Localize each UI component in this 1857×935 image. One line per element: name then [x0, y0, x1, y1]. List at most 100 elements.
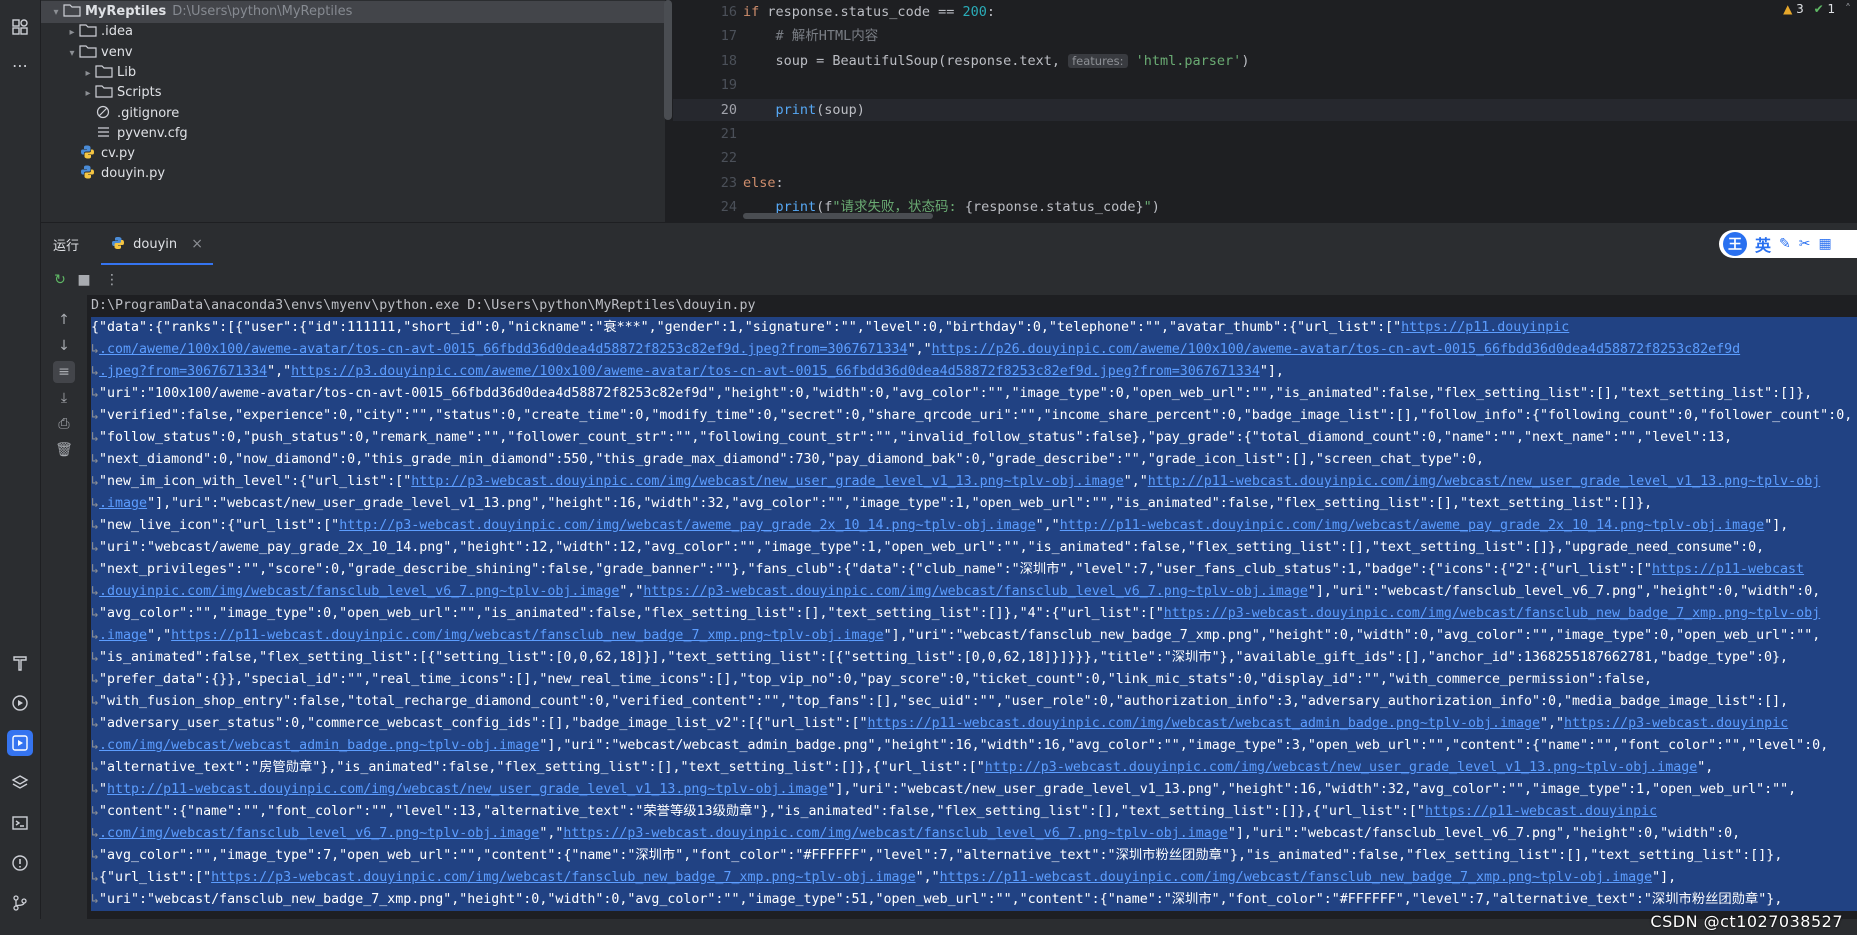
console-output[interactable]: D:\ProgramData\anaconda3\envs\myenv\pyth…: [87, 295, 1857, 919]
console-line[interactable]: ↳"new_live_icon":{"url_list":["http://p3…: [91, 515, 1857, 537]
stop-icon[interactable]: ■: [73, 269, 95, 291]
console-line[interactable]: ↳"next_diamond":0,"now_diamond":0,"this_…: [91, 449, 1857, 471]
console-line[interactable]: ↳"alternative_text":"房管勋章"},"is_animated…: [91, 757, 1857, 779]
layers-icon[interactable]: [7, 770, 33, 796]
code-line[interactable]: 17 # 解析HTML内容: [673, 25, 1857, 47]
console-link[interactable]: https://p11-webcast.douyinpic.com/img/we…: [940, 870, 1652, 885]
console-line[interactable]: ↳.image","https://p11-webcast.douyinpic.…: [91, 625, 1857, 647]
code-line[interactable]: 19: [673, 74, 1857, 96]
hammer-icon[interactable]: [7, 650, 33, 676]
tree-item[interactable]: pyvenv.cfg: [41, 123, 665, 145]
console-line[interactable]: ↳"prefer_data":{}},"special_id":"","real…: [91, 669, 1857, 691]
console-line[interactable]: ↳.douyinpic.com/img/webcast/fansclub_lev…: [91, 581, 1857, 603]
code-line[interactable]: 16 if response.status_code == 200:: [673, 1, 1857, 23]
console-link[interactable]: https://p11.douyinpic: [1401, 320, 1569, 335]
arrow-down-icon[interactable]: ↓: [53, 335, 75, 357]
tree-scrollbar[interactable]: [664, 0, 672, 120]
inspections-widget[interactable]: ▲ 3 ✔ 1 ˄: [1783, 0, 1851, 18]
git-icon[interactable]: [7, 890, 33, 916]
tree-item[interactable]: ▸ .idea: [41, 21, 665, 43]
console-link[interactable]: https://p11-webcast: [1652, 562, 1804, 577]
more-icon[interactable]: ⋯: [7, 52, 33, 78]
console-link[interactable]: https://p3-webcast.douyinpic.com/img/web…: [643, 584, 1307, 599]
code-editor[interactable]: 16 if response.status_code == 200: 17 # 解析…: [673, 0, 1857, 222]
console-line[interactable]: ↳"verified":false,"experience":0,"city":…: [91, 405, 1857, 427]
print-icon[interactable]: ⎙: [53, 413, 75, 435]
ime-toolbar[interactable]: 王 英 ✎ ✂ ▦: [1719, 230, 1857, 258]
scissors-icon[interactable]: ✂: [1799, 236, 1811, 252]
console-link[interactable]: https://p26.douyinpic.com/aweme/100x100/…: [932, 342, 1741, 357]
console-link[interactable]: http://p3-webcast.douyinpic.com/img/webc…: [339, 518, 1035, 533]
console-line[interactable]: ↳"is_animated":false,"flex_setting_list"…: [91, 647, 1857, 669]
ime-logo[interactable]: 王: [1723, 232, 1747, 256]
console-link[interactable]: .image: [99, 496, 147, 511]
services-icon[interactable]: [7, 690, 33, 716]
tree-item[interactable]: ▸ Lib: [41, 62, 665, 84]
close-icon[interactable]: ×: [191, 236, 203, 252]
console-link[interactable]: https://p11-webcast.douyinpic.com/img/we…: [868, 716, 1540, 731]
console-link[interactable]: http://p3-webcast.douyinpic.com/img/webc…: [985, 760, 1697, 775]
console-line[interactable]: ↳.image"],"uri":"webcast/new_user_grade_…: [91, 493, 1857, 515]
more-vertical-icon[interactable]: ⋮: [101, 269, 123, 291]
chevron-up-icon[interactable]: ˄: [1845, 2, 1851, 16]
editor-horizontal-scrollbar[interactable]: [743, 213, 933, 219]
console-line[interactable]: ↳"avg_color":"","image_type":0,"open_web…: [91, 603, 1857, 625]
console-link[interactable]: .jpeg?from=3067671334: [99, 364, 267, 379]
console-link[interactable]: https://p11-webcast.douyinpic.com/img/we…: [171, 628, 883, 643]
console-link[interactable]: http://p11-webcast.douyinpic.com/img/web…: [1148, 474, 1820, 489]
console-link[interactable]: .com/img/webcast/fansclub_level_v6_7.png…: [99, 826, 539, 841]
console-line[interactable]: ↳.com/img/webcast/fansclub_level_v6_7.pn…: [91, 823, 1857, 845]
console-line[interactable]: ↳.com/aweme/100x100/aweme-avatar/tos-cn-…: [91, 339, 1857, 361]
console-line[interactable]: ↳"content":{"name":"","font_color":"","l…: [91, 801, 1857, 823]
rerun-icon[interactable]: ↻: [49, 269, 71, 291]
tree-item[interactable]: .gitignore: [41, 103, 665, 125]
tree-item[interactable]: ▾ venv: [41, 42, 665, 64]
scroll-to-end-icon[interactable]: ⤓: [53, 387, 75, 409]
console-link[interactable]: https://p3-webcast.douyinpic: [1564, 716, 1788, 731]
tab-douyin[interactable]: douyin ×: [101, 223, 214, 265]
console-link[interactable]: http://p3-webcast.douyinpic.com/img/webc…: [411, 474, 1123, 489]
console-link[interactable]: https://p3.douyinpic.com/aweme/100x100/a…: [291, 364, 1260, 379]
soft-wrap-icon[interactable]: ≡: [53, 361, 75, 383]
console-link[interactable]: https://p3-webcast.douyinpic.com/img/web…: [1164, 606, 1820, 621]
structure-icon[interactable]: [7, 14, 33, 40]
arrow-up-icon[interactable]: ↑: [53, 309, 75, 331]
console-link[interactable]: .com/img/webcast/webcast_admin_badge.png…: [99, 738, 539, 753]
problems-icon[interactable]: [7, 850, 33, 876]
console-link[interactable]: https://p11-webcast.douyinpic: [1425, 804, 1657, 819]
console-line[interactable]: ↳"new_im_icon_with_level":{"url_list":["…: [91, 471, 1857, 493]
tree-item[interactable]: ▸ Scripts: [41, 82, 665, 104]
console-link[interactable]: http://p11-webcast.douyinpic.com/img/web…: [107, 782, 828, 797]
pen-icon[interactable]: ✎: [1779, 236, 1791, 252]
console-line[interactable]: ↳"follow_status":0,"push_status":0,"rema…: [91, 427, 1857, 449]
tree-item[interactable]: ▾ MyReptiles D:\Users\python\MyReptiles: [41, 1, 665, 23]
console-link[interactable]: http://p11-webcast.douyinpic.com/img/web…: [1060, 518, 1764, 533]
console-link[interactable]: https://p3-webcast.douyinpic.com/img/web…: [211, 870, 915, 885]
console-line[interactable]: ↳.com/img/webcast/webcast_admin_badge.pn…: [91, 735, 1857, 757]
console-line[interactable]: ↳"uri":"webcast/fansclub_new_badge_7_xmp…: [91, 889, 1857, 911]
trash-icon[interactable]: 🗑: [53, 439, 75, 461]
code-line[interactable]: 23 else:: [673, 172, 1857, 194]
tree-item[interactable]: douyin.py: [41, 163, 665, 185]
grid-icon[interactable]: ▦: [1818, 236, 1831, 252]
console-line[interactable]: ↳.jpeg?from=3067671334","https://p3.douy…: [91, 361, 1857, 383]
console-line[interactable]: ↳"adversary_user_status":0,"commerce_web…: [91, 713, 1857, 735]
console-line[interactable]: {"data":{"ranks":[{"user":{"id":111111,"…: [91, 317, 1857, 339]
ime-language-toggle[interactable]: 英: [1755, 232, 1771, 256]
console-link[interactable]: .douyinpic.com/img/webcast/fansclub_leve…: [99, 584, 619, 599]
console-link[interactable]: https://p3-webcast.douyinpic.com/img/web…: [563, 826, 1227, 841]
run-icon[interactable]: [7, 730, 33, 756]
console-line[interactable]: ↳"next_privileges":"","score":0,"grade_d…: [91, 559, 1857, 581]
console-line[interactable]: ↳"uri":"webcast/aweme_pay_grade_2x_10_14…: [91, 537, 1857, 559]
console-line[interactable]: ↳{"url_list":["https://p3-webcast.douyin…: [91, 867, 1857, 889]
console-line[interactable]: ↳"uri":"100x100/aweme-avatar/tos-cn-avt-…: [91, 383, 1857, 405]
code-line[interactable]: 18 soup = BeautifulSoup(response.text, f…: [673, 50, 1857, 72]
console-line[interactable]: ↳"http://p11-webcast.douyinpic.com/img/w…: [91, 779, 1857, 801]
console-link[interactable]: .image: [99, 628, 147, 643]
code-line[interactable]: 22: [673, 147, 1857, 169]
tree-item[interactable]: cv.py: [41, 143, 665, 165]
code-line[interactable]: 20 print(soup): [673, 98, 1857, 121]
terminal-icon[interactable]: [7, 810, 33, 836]
code-line[interactable]: 21: [673, 123, 1857, 145]
console-line[interactable]: ↳"with_fusion_shop_entry":false,"total_r…: [91, 691, 1857, 713]
